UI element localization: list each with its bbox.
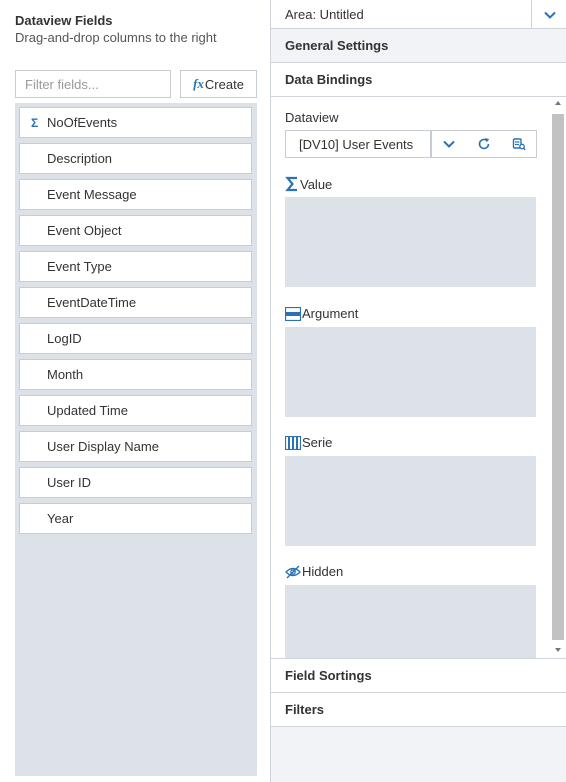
value-label: Value bbox=[300, 176, 333, 192]
section-field-sortings[interactable]: Field Sortings bbox=[271, 659, 566, 693]
chevron-down-icon bbox=[543, 11, 556, 19]
field-item-month[interactable]: Month bbox=[19, 359, 252, 390]
panel-subtitle: Drag-and-drop columns to the right bbox=[15, 30, 217, 45]
argument-label: Argument bbox=[302, 306, 359, 321]
area-label: Area: Untitled bbox=[285, 7, 364, 22]
value-drop-zone[interactable] bbox=[285, 197, 536, 287]
field-item-eventdatetime[interactable]: EventDateTime bbox=[19, 287, 252, 318]
dataview-select[interactable]: [DV10] User Events bbox=[285, 130, 431, 158]
serie-label: Serie bbox=[302, 435, 333, 450]
data-bindings-body: Dataview [DV10] User Events Value Argume… bbox=[271, 97, 566, 659]
field-item-event-type[interactable]: Event Type bbox=[19, 251, 252, 282]
field-label: User Display Name bbox=[47, 439, 159, 454]
field-item-updated-time[interactable]: Updated Time bbox=[19, 395, 252, 426]
panel-title: Dataview Fields bbox=[15, 13, 113, 28]
section-filters[interactable]: Filters bbox=[271, 693, 566, 727]
hidden-binding-label: Hidden bbox=[285, 564, 343, 579]
refresh-dataview-button[interactable] bbox=[466, 130, 502, 158]
hidden-label: Hidden bbox=[302, 564, 344, 579]
function-icon: fx bbox=[193, 76, 204, 91]
field-label: Description bbox=[47, 151, 113, 166]
field-label: User ID bbox=[47, 475, 92, 490]
argument-binding-label: Argument bbox=[285, 306, 358, 321]
field-label: Event Object bbox=[47, 223, 122, 238]
field-item-event-message[interactable]: Event Message bbox=[19, 179, 252, 210]
argument-drop-zone[interactable] bbox=[285, 327, 536, 417]
dataview-dropdown-button[interactable] bbox=[431, 130, 467, 158]
scroll-up-arrow-icon[interactable] bbox=[555, 101, 561, 105]
create-field-button[interactable]: fx Create bbox=[180, 70, 257, 98]
refresh-icon bbox=[478, 138, 489, 150]
field-item-year[interactable]: Year bbox=[19, 503, 252, 534]
field-label: Event Type bbox=[47, 259, 112, 274]
field-label: NoOfEvents bbox=[47, 115, 118, 130]
scrollbar[interactable] bbox=[550, 97, 566, 658]
field-item-noofevents[interactable]: Σ NoOfEvents bbox=[19, 107, 252, 138]
scrollbar-thumb[interactable] bbox=[552, 114, 564, 640]
field-label: Month bbox=[47, 367, 84, 382]
dataview-label: Dataview bbox=[285, 110, 339, 125]
field-item-event-object[interactable]: Event Object bbox=[19, 215, 252, 246]
argument-icon bbox=[285, 306, 301, 321]
field-list: Σ NoOfEvents Description Event Message E… bbox=[15, 103, 257, 776]
area-selector[interactable]: Area: Untitled bbox=[271, 0, 566, 29]
edit-dataview-button[interactable] bbox=[501, 130, 537, 158]
fields-panel: Dataview Fields Drag-and-drop columns to… bbox=[0, 0, 270, 782]
field-label: EventDateTime bbox=[47, 295, 137, 310]
chevron-down-icon bbox=[443, 140, 455, 148]
database-search-icon bbox=[512, 138, 526, 151]
field-item-user-id[interactable]: User ID bbox=[19, 467, 252, 498]
section-general-settings[interactable]: General Settings bbox=[271, 29, 566, 63]
scroll-down-arrow-icon[interactable] bbox=[555, 648, 561, 652]
section-data-bindings[interactable]: Data Bindings bbox=[271, 63, 566, 97]
serie-drop-zone[interactable] bbox=[285, 456, 536, 546]
sum-icon: Σ bbox=[31, 115, 39, 130]
serie-binding-label: Serie bbox=[285, 435, 332, 450]
field-item-description[interactable]: Description bbox=[19, 143, 252, 174]
settings-panel: Area: Untitled General Settings Data Bin… bbox=[270, 0, 566, 782]
value-binding-label: Value bbox=[285, 176, 332, 192]
field-label: Year bbox=[47, 511, 74, 526]
field-item-logid[interactable]: LogID bbox=[19, 323, 252, 354]
filter-fields-input[interactable] bbox=[15, 70, 171, 98]
sum-icon bbox=[285, 176, 297, 192]
hidden-drop-zone[interactable] bbox=[285, 585, 536, 658]
field-label: Event Message bbox=[47, 187, 137, 202]
series-icon bbox=[285, 435, 301, 450]
eye-slash-icon bbox=[285, 565, 301, 578]
create-button-label: Create bbox=[204, 76, 244, 92]
field-item-user-display-name[interactable]: User Display Name bbox=[19, 431, 252, 462]
area-dropdown-toggle[interactable] bbox=[531, 0, 566, 29]
field-label: LogID bbox=[47, 331, 82, 346]
field-label: Updated Time bbox=[47, 403, 128, 418]
